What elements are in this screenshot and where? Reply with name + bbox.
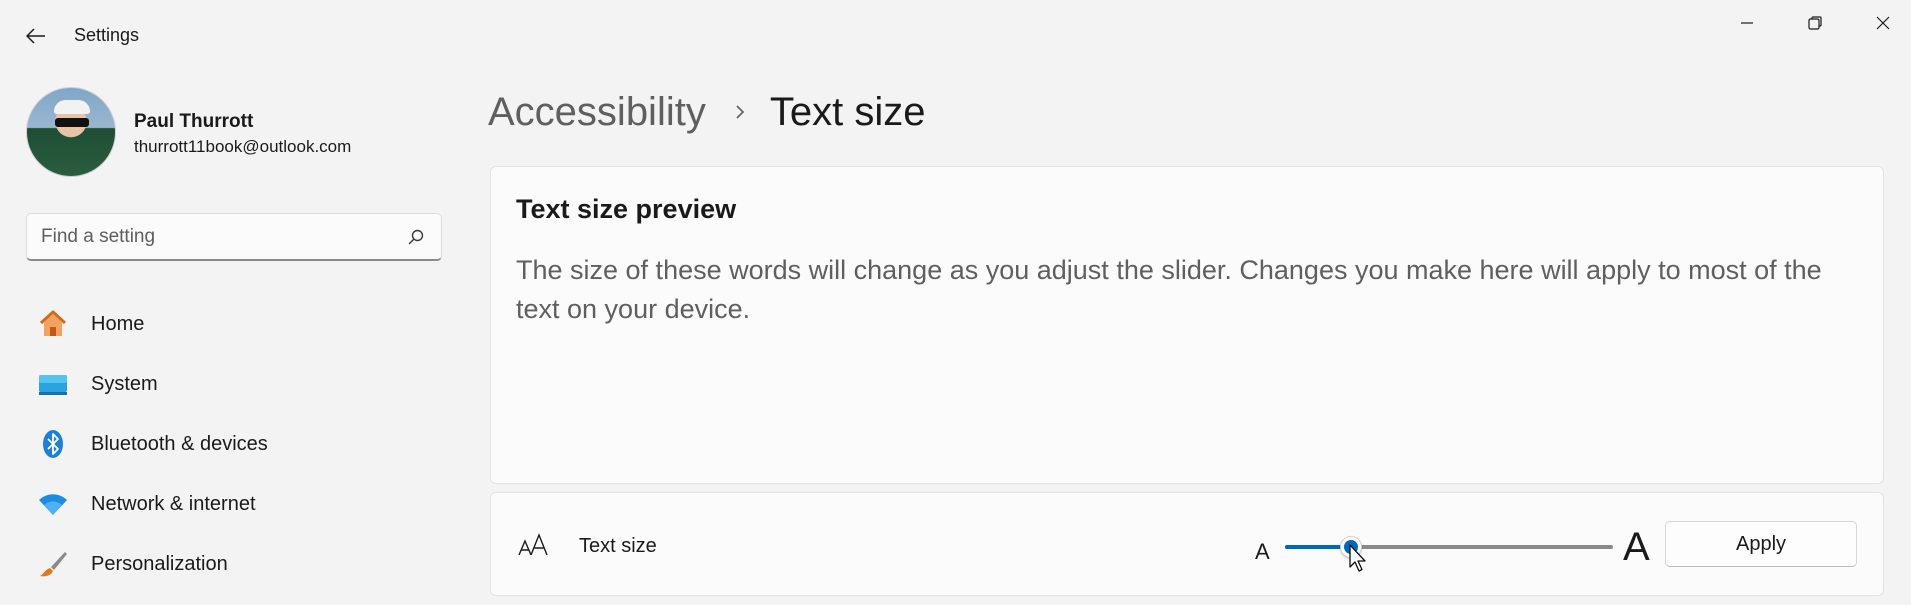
- back-arrow-icon: [26, 28, 45, 44]
- bluetooth-icon: [43, 430, 63, 458]
- text-size-slider[interactable]: [1285, 536, 1613, 558]
- sidebar-item-personalization[interactable]: Personalization: [26, 534, 446, 594]
- minimize-button[interactable]: [1713, 0, 1781, 46]
- apply-button[interactable]: Apply: [1665, 521, 1857, 567]
- minimize-icon: [1741, 22, 1753, 24]
- text-size-setting-row: Text size A A Apply: [490, 492, 1884, 596]
- sidebar-item-home[interactable]: Home: [26, 294, 446, 354]
- slider-max-label: A: [1623, 525, 1650, 569]
- user-profile[interactable]: Paul Thurrott thurrott11book@outlook.com: [26, 87, 456, 177]
- page-title: Text size: [769, 89, 926, 134]
- brush-icon: [40, 552, 67, 577]
- breadcrumb-parent[interactable]: Accessibility: [488, 90, 706, 135]
- user-email: thurrott11book@outlook.com: [134, 137, 352, 156]
- preview-text: The size of these words will change as y…: [516, 255, 1822, 324]
- restore-icon: [1808, 16, 1822, 30]
- text-size-icon: [518, 533, 548, 556]
- slider-min-label: A: [1255, 539, 1270, 564]
- sidebar-item-network-internet[interactable]: Network & internet: [26, 474, 446, 534]
- text-size-preview-card: Text size preview The size of these word…: [490, 166, 1884, 484]
- sidebar-item-label: Bluetooth & devices: [91, 432, 268, 455]
- back-button[interactable]: [18, 18, 54, 54]
- sidebar-item-bluetooth-devices[interactable]: Bluetooth & devices: [26, 414, 446, 474]
- search-icon[interactable]: [407, 228, 425, 246]
- title-bar: Settings: [0, 0, 1911, 72]
- monitor-icon: [39, 375, 67, 395]
- search-input[interactable]: [41, 224, 401, 250]
- mouse-cursor-icon: [1349, 544, 1366, 572]
- sidebar-item-system[interactable]: System: [26, 354, 446, 414]
- sidebar-item-label: System: [91, 372, 158, 395]
- breadcrumb: Accessibility Text size: [488, 84, 925, 140]
- app-title: Settings: [74, 25, 140, 45]
- user-name: Paul Thurrott: [134, 111, 254, 132]
- avatar-sunglasses: [55, 118, 89, 127]
- preview-title: Text size preview: [516, 194, 737, 224]
- chevron-right-icon: [736, 105, 744, 119]
- avatar-hair: [54, 100, 90, 114]
- restore-button[interactable]: [1781, 0, 1849, 46]
- home-icon: [39, 310, 67, 336]
- wifi-icon: [39, 494, 67, 515]
- sidebar-item-label: Personalization: [91, 552, 228, 575]
- sidebar-nav: Home System Bluetooth & devices Network …: [26, 294, 456, 594]
- close-button[interactable]: [1849, 0, 1911, 46]
- close-icon: [1876, 16, 1890, 30]
- sidebar-item-label: Network & internet: [91, 492, 256, 515]
- avatar: [26, 87, 116, 177]
- text-size-label: Text size: [579, 535, 657, 557]
- sidebar-item-label: Home: [91, 312, 145, 335]
- search-box[interactable]: [26, 213, 442, 261]
